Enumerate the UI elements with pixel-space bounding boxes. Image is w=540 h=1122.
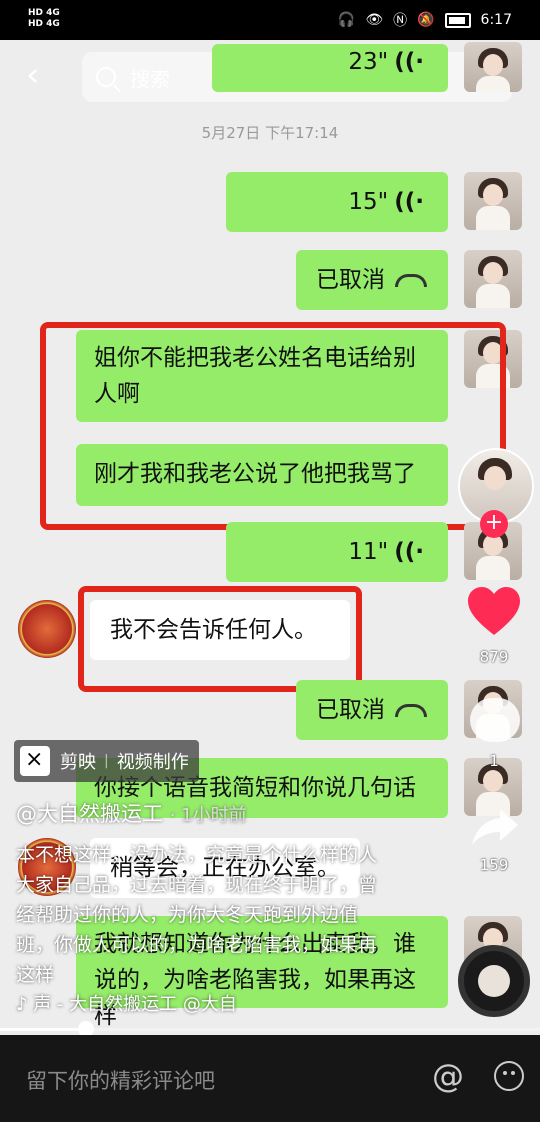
search-placeholder: 搜索: [130, 66, 170, 91]
red-highlight-box: [78, 586, 362, 692]
post-time: · 1小时前: [169, 805, 247, 826]
call-cancelled-message[interactable]: 已取消: [296, 680, 448, 740]
status-bar: HD 4G HD 4G 🎧 👁 Ⓝ 🔕 6:17: [0, 0, 540, 40]
capcut-logo-icon: [20, 746, 50, 776]
search-icon: [96, 67, 116, 87]
author-name[interactable]: @大自然搬运工: [16, 802, 163, 826]
progress-fill: [0, 1028, 87, 1031]
phone-hangup-icon: [395, 274, 427, 287]
music-disc-icon[interactable]: [458, 945, 530, 1017]
voice-wave-icon: ((·: [394, 539, 424, 565]
red-highlight-box: [40, 322, 506, 530]
back-arrow-icon[interactable]: ‹: [26, 58, 40, 92]
mention-at-icon[interactable]: @: [432, 1057, 464, 1095]
emoji-icon[interactable]: [494, 1061, 524, 1091]
like-heart-icon[interactable]: [466, 585, 522, 641]
nfc-icon: Ⓝ: [393, 13, 408, 29]
eye-icon: 👁: [365, 12, 384, 28]
avatar: [464, 42, 522, 92]
capcut-brand: 剪映: [60, 752, 96, 773]
phone-hangup-icon: [395, 704, 427, 717]
progress-knob[interactable]: [78, 1021, 95, 1035]
headphone-icon: 🎧: [337, 12, 356, 28]
sim1-signal-icon: HD 4G: [28, 8, 60, 18]
comment-count: 1: [489, 752, 499, 770]
author-line[interactable]: @大自然搬运工 · 1小时前: [16, 798, 247, 828]
chip-separator: |: [104, 753, 109, 769]
comment-bar[interactable]: 留下你的精彩评论吧 @: [0, 1035, 540, 1122]
share-count: 159: [479, 856, 509, 874]
voice-message[interactable]: 15" ((·: [226, 172, 448, 232]
voice-message[interactable]: 23" ((·: [212, 44, 448, 92]
capcut-chip[interactable]: 剪映 | 视频制作: [14, 740, 199, 782]
avatar: [464, 172, 522, 230]
clock: 6:17: [480, 12, 512, 28]
contact-avatar: [18, 600, 76, 658]
call-cancelled-message[interactable]: 已取消: [296, 250, 448, 310]
comment-icon[interactable]: [470, 698, 520, 742]
avatar: [464, 250, 522, 308]
battery-icon: [444, 12, 471, 28]
mute-icon: 🔕: [417, 12, 435, 28]
voice-wave-icon: ((·: [394, 189, 424, 215]
video-player[interactable]: ‹ 搜索 23" ((· 5月27日 下午17:14 15" ((· 已取消 姐你不…: [0, 40, 540, 1035]
comment-input[interactable]: 留下你的精彩评论吧: [26, 1065, 215, 1095]
like-count: 879: [479, 648, 509, 666]
chat-timestamp: 5月27日 下午17:14: [201, 124, 339, 142]
voice-message[interactable]: 11" ((·: [226, 522, 448, 582]
share-arrow-icon[interactable]: [470, 805, 520, 849]
video-progress-bar[interactable]: [0, 1021, 540, 1035]
follow-button[interactable]: +: [480, 510, 508, 538]
sim2-signal-icon: HD 4G: [28, 19, 60, 29]
signal-indicators: HD 4G HD 4G: [28, 8, 64, 30]
music-info[interactable]: ♪ 声 - 大自然搬运工 @大自: [16, 990, 237, 1016]
capcut-label: 视频制作: [116, 752, 189, 773]
voice-wave-icon: ((·: [394, 49, 424, 75]
video-description[interactable]: 本不想这样，没办法，究竟是个什么样的人大家自己品，过去暗着，现在终于明了，曾经帮…: [16, 840, 386, 990]
